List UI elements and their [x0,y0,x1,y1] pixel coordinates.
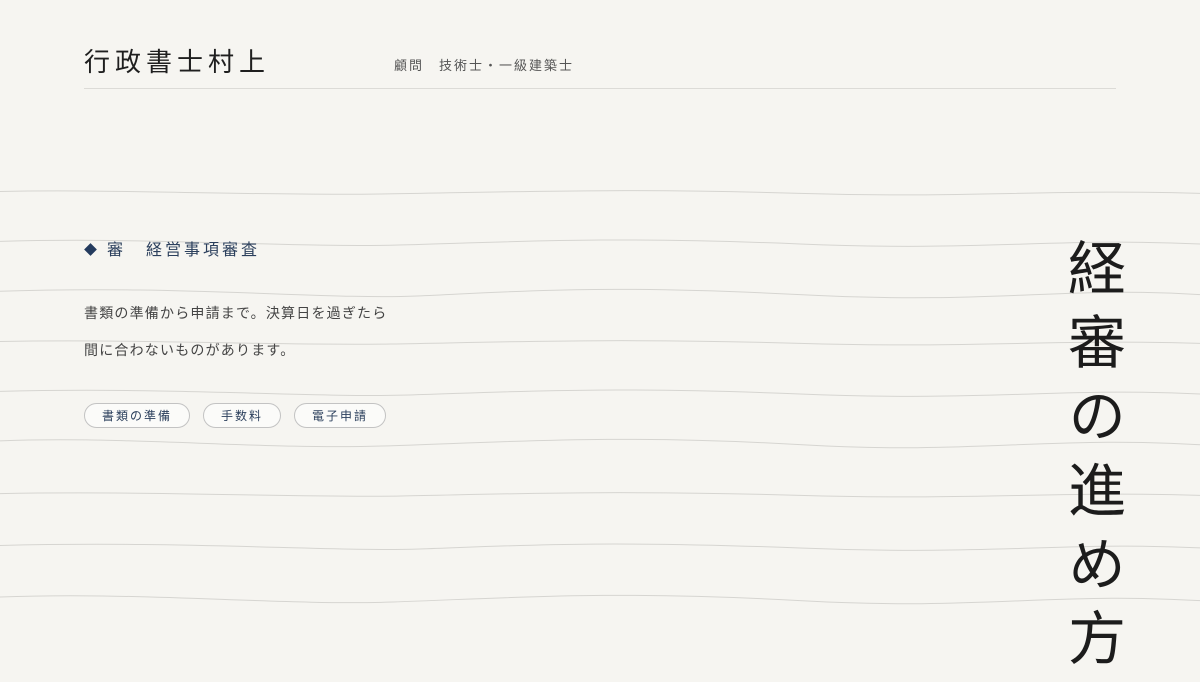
brand-name[interactable]: 行政書士村上 [84,42,270,79]
eyebrow-text: 経営事項審査 [146,240,261,259]
wave-line [0,492,1200,498]
tag-documents[interactable]: 書類の準備 [84,403,191,428]
tag-e-application[interactable]: 電子申請 [294,403,387,428]
eyebrow-mark: 審 [107,240,127,259]
lead-text: 書類の準備から申請まで。決算日を過ぎたら 間に合わないものがあります。 [84,296,484,370]
advisor-credentials: 顧問 技術士・一級建築士 [394,59,575,74]
wave-line [0,543,1200,551]
wave-line [0,389,1200,397]
vertical-page-title: 経審の進め方 [1058,238,1126,682]
wave-line [0,438,1200,449]
lead-line: 間に合わないものがあります。 [84,343,296,359]
wave-line [0,190,1200,196]
tag-fees[interactable]: 手数料 [203,403,282,428]
lead-line: 書類の準備から申請まで。決算日を過ぎたら [84,306,388,322]
diamond-icon [84,243,97,256]
section-eyebrow: 審経営事項審査 [84,236,260,260]
site-header: 行政書士村上 顧問 技術士・一級建築士 [84,40,1116,89]
wave-line [0,594,1200,605]
topic-tags: 書類の準備 手数料 電子申請 [84,403,399,428]
